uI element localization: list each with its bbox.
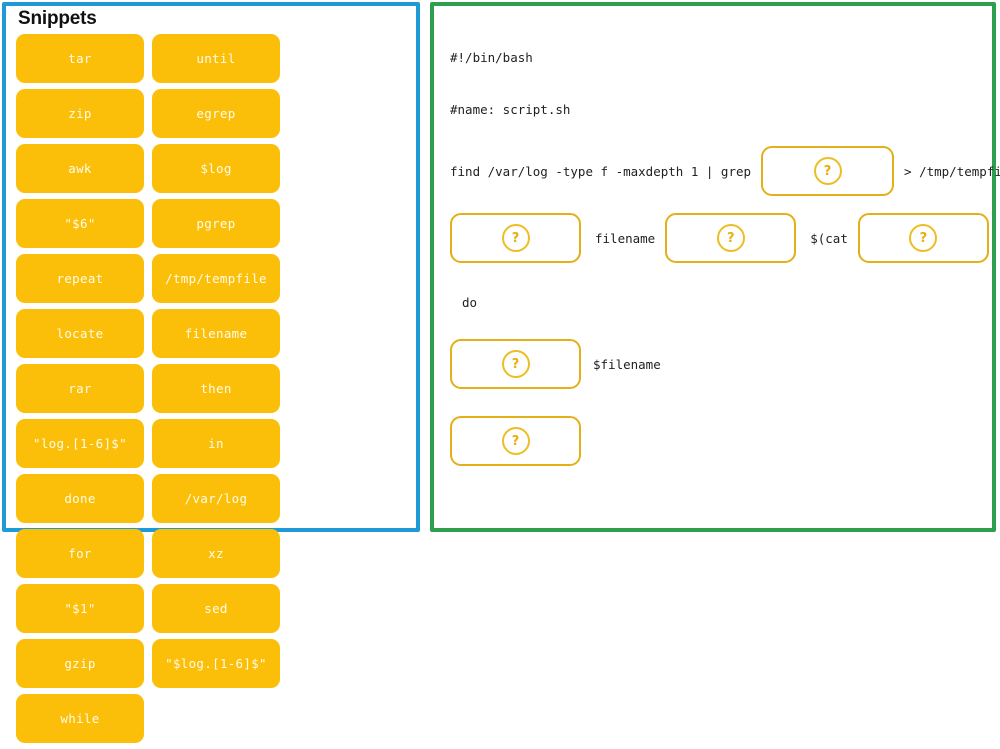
dropzone-command[interactable]: ? bbox=[450, 339, 581, 389]
script-line-shebang: #!/bin/bash bbox=[450, 46, 992, 68]
snippet-tile[interactable]: done bbox=[16, 474, 144, 523]
snippet-tile[interactable]: "$log.[1-6]$" bbox=[152, 639, 280, 688]
cat-subshell-text: $(cat bbox=[810, 230, 848, 246]
dropzone-loop-keyword[interactable]: ? bbox=[450, 213, 581, 263]
question-mark-icon: ? bbox=[716, 224, 745, 252]
snippet-tile[interactable]: locate bbox=[16, 309, 144, 358]
snippet-tile[interactable]: filename bbox=[152, 309, 280, 358]
do-keyword-text: do bbox=[462, 294, 478, 310]
name-comment-text: #name: script.sh bbox=[450, 101, 571, 117]
question-mark-icon: ? bbox=[501, 350, 530, 378]
for-variable-text: filename bbox=[595, 230, 656, 246]
shebang-text: #!/bin/bash bbox=[450, 49, 533, 65]
snippet-tile[interactable]: rar bbox=[16, 364, 144, 413]
snippets-panel-title: Snippets bbox=[18, 8, 97, 29]
snippet-tile[interactable]: awk bbox=[16, 144, 144, 193]
snippet-tile[interactable]: then bbox=[152, 364, 280, 413]
snippet-tile[interactable]: zip bbox=[16, 89, 144, 138]
snippet-tile[interactable]: tar bbox=[16, 34, 144, 83]
script-body: #!/bin/bash #name: script.sh find /var/l… bbox=[434, 6, 1000, 528]
snippet-tile[interactable]: xz bbox=[152, 529, 280, 578]
script-line-body: ? $filename bbox=[450, 339, 992, 389]
app-root: Snippets tar until zip egrep awk $log "$… bbox=[0, 0, 1000, 743]
question-mark-icon: ? bbox=[501, 224, 530, 252]
dropzone-done-keyword[interactable]: ? bbox=[450, 416, 581, 466]
script-line-find: find /var/log -type f -maxdepth 1 | grep… bbox=[450, 146, 1000, 196]
dropzone-cat-argument[interactable]: ? bbox=[857, 213, 989, 263]
snippet-tile[interactable]: sed bbox=[152, 584, 280, 633]
filename-variable-text: $filename bbox=[593, 356, 661, 372]
snippet-tile[interactable]: "$6" bbox=[16, 199, 144, 248]
snippets-panel: Snippets tar until zip egrep awk $log "$… bbox=[2, 2, 420, 743]
snippets-grid: tar until zip egrep awk $log "$6" pgrep … bbox=[12, 34, 410, 749]
snippet-tile[interactable]: gzip bbox=[16, 639, 144, 688]
snippet-tile[interactable]: until bbox=[152, 34, 280, 83]
snippet-tile[interactable]: egrep bbox=[152, 89, 280, 138]
find-suffix-text: > /tmp/tempfile bbox=[904, 163, 1000, 179]
snippet-tile[interactable]: while bbox=[16, 694, 144, 743]
snippet-tile[interactable]: for bbox=[16, 529, 144, 578]
snippet-tile[interactable]: "$1" bbox=[16, 584, 144, 633]
dropzone-grep-pattern[interactable]: ? bbox=[761, 146, 895, 196]
script-panel: #!/bin/bash #name: script.sh find /var/l… bbox=[430, 2, 1000, 532]
script-line-name-comment: #name: script.sh bbox=[450, 98, 992, 120]
snippet-tile[interactable]: pgrep bbox=[152, 199, 280, 248]
snippet-tile[interactable]: $log bbox=[152, 144, 280, 193]
find-prefix-text: find /var/log -type f -maxdepth 1 | grep bbox=[450, 163, 752, 179]
dropzone-in-keyword[interactable]: ? bbox=[665, 213, 797, 263]
question-mark-icon: ? bbox=[813, 157, 842, 185]
script-line-do: do bbox=[462, 291, 992, 313]
snippet-tile[interactable]: in bbox=[152, 419, 280, 468]
snippet-tile[interactable]: "log.[1-6]$" bbox=[16, 419, 144, 468]
question-mark-icon: ? bbox=[909, 224, 938, 252]
script-line-done: ? bbox=[450, 416, 992, 466]
snippet-tile[interactable]: /tmp/tempfile bbox=[152, 254, 280, 303]
script-line-for-loop: ? filename ? $(cat ? ) bbox=[450, 213, 1000, 263]
question-mark-icon: ? bbox=[501, 427, 530, 455]
snippet-tile[interactable]: repeat bbox=[16, 254, 144, 303]
snippet-tile[interactable]: /var/log bbox=[152, 474, 280, 523]
